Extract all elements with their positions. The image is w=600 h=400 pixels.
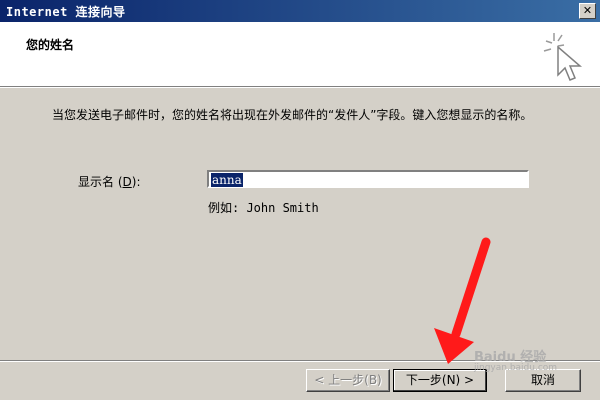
display-name-input[interactable]: anna [207,170,529,188]
display-name-accelerator: D [122,175,132,189]
display-name-label-text: 显示名 [78,175,115,189]
page-heading: 您的姓名 [26,38,75,52]
watermark: Baidu 经验 jingyan.baidu.com [474,346,557,373]
watermark-url: jingyan.baidu.com [474,363,558,373]
display-name-label: 显示名 (D): [78,175,141,189]
close-icon: ✕ [582,4,593,17]
display-name-value: anna [211,173,243,187]
instruction-text: 当您发送电子邮件时，您的姓名将出现在外发邮件的“发件人”字段。键入您想显示的名称… [52,108,533,122]
close-button[interactable]: ✕ [579,3,596,19]
cursor-sparkle-icon [543,33,583,81]
title-bar: Internet 连接向导 ✕ [0,0,600,22]
window-title: Internet 连接向导 [6,5,126,19]
wizard-header: 您的姓名 [0,22,600,86]
example-text: 例如: John Smith [208,201,319,215]
next-button[interactable]: 下一步(N) > [393,369,487,392]
back-button[interactable]: < 上一步(B) [306,369,390,392]
header-separator-highlight [0,87,600,88]
